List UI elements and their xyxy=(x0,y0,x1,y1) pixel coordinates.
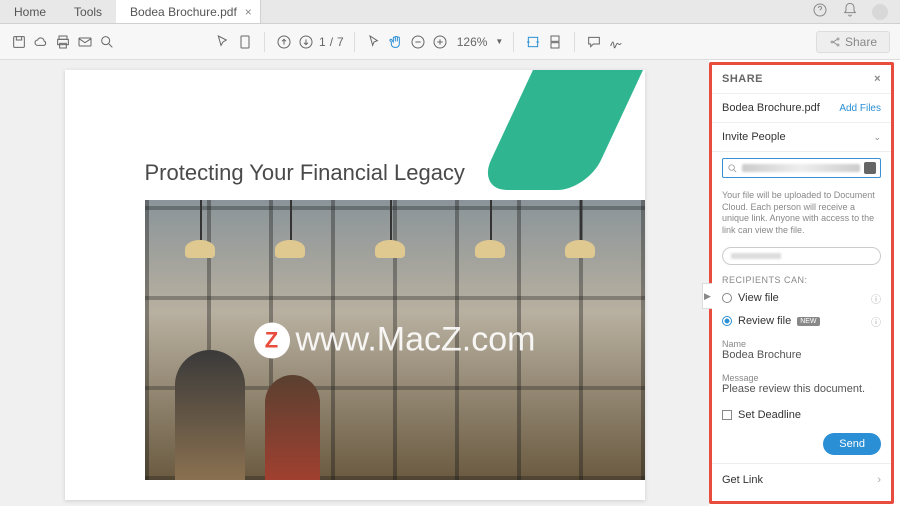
chevron-down-icon[interactable]: ▼ xyxy=(495,37,503,46)
get-link-row[interactable]: Get Link › xyxy=(712,464,891,496)
collapse-panel-icon[interactable]: ▶ xyxy=(702,283,712,309)
name-field[interactable]: Bodea Brochure xyxy=(712,349,891,367)
upload-note: Your file will be uploaded to Document C… xyxy=(712,184,891,243)
zoom-in-icon[interactable] xyxy=(431,33,449,51)
recipient-input[interactable] xyxy=(722,158,881,178)
option-view-file[interactable]: View file ⓘ xyxy=(712,287,891,310)
zoom-level[interactable]: 126% xyxy=(453,35,492,49)
save-icon[interactable] xyxy=(10,33,28,51)
recipient-value-blurred xyxy=(742,164,860,172)
page-total: 7 xyxy=(337,35,344,49)
bell-icon[interactable] xyxy=(842,2,858,21)
sign-icon[interactable] xyxy=(607,33,625,51)
radio-icon xyxy=(722,293,732,303)
invite-people-toggle[interactable]: Invite People ⌄ xyxy=(712,123,891,152)
avatar[interactable] xyxy=(872,4,888,20)
comment-icon[interactable] xyxy=(585,33,603,51)
share-filename: Bodea Brochure.pdf xyxy=(722,102,820,114)
search-icon[interactable] xyxy=(98,33,116,51)
info-icon[interactable]: ⓘ xyxy=(871,291,881,306)
radio-icon xyxy=(722,316,732,326)
document-viewport[interactable]: Protecting Your Financial Legacy Z www.M… xyxy=(0,60,709,506)
address-book-icon[interactable] xyxy=(864,162,876,174)
tab-document[interactable]: Bodea Brochure.pdf × xyxy=(116,0,261,23)
page-title: Protecting Your Financial Legacy xyxy=(145,160,465,186)
info-icon[interactable]: ⓘ xyxy=(871,314,881,329)
message-field[interactable]: Please review this document. xyxy=(712,383,891,401)
message-label: Message xyxy=(712,367,891,383)
print-icon[interactable] xyxy=(54,33,72,51)
send-button[interactable]: Send xyxy=(823,433,881,455)
share-panel: ▶ SHARE × Bodea Brochure.pdf Add Files I… xyxy=(709,62,894,504)
chevron-right-icon: › xyxy=(877,474,881,486)
set-deadline-checkbox[interactable]: Set Deadline xyxy=(712,401,891,429)
option-review-file[interactable]: Review file NEW ⓘ xyxy=(712,310,891,333)
pointer-icon[interactable] xyxy=(365,33,383,51)
document-tab-label: Bodea Brochure.pdf xyxy=(130,5,237,19)
page-current: 1 xyxy=(319,35,326,49)
scroll-mode-icon[interactable] xyxy=(546,33,564,51)
page-indicator[interactable]: 1 / 7 xyxy=(319,35,344,49)
arrow-up-icon[interactable] xyxy=(275,33,293,51)
tab-tools[interactable]: Tools xyxy=(60,0,116,23)
recipients-can-label: RECIPIENTS CAN: xyxy=(712,269,891,287)
share-button[interactable]: Share xyxy=(816,31,890,53)
mail-icon[interactable] xyxy=(76,33,94,51)
watermark: Z www.MacZ.com xyxy=(254,321,536,360)
checkbox-icon xyxy=(722,410,732,420)
select-tool-icon[interactable] xyxy=(214,33,232,51)
arrow-down-icon[interactable] xyxy=(297,33,315,51)
add-files-link[interactable]: Add Files xyxy=(839,103,881,114)
pdf-page: Protecting Your Financial Legacy Z www.M… xyxy=(65,70,645,500)
recipient-chip[interactable] xyxy=(722,247,881,265)
tab-home[interactable]: Home xyxy=(0,0,60,23)
name-label: Name xyxy=(712,333,891,349)
top-tab-bar: Home Tools Bodea Brochure.pdf × xyxy=(0,0,900,24)
chevron-down-icon: ⌄ xyxy=(873,132,881,143)
zoom-out-icon[interactable] xyxy=(409,33,427,51)
decorative-shape xyxy=(477,70,643,190)
close-icon[interactable]: × xyxy=(874,73,881,85)
share-panel-title: SHARE xyxy=(722,73,763,85)
page-icon[interactable] xyxy=(236,33,254,51)
fit-width-icon[interactable] xyxy=(524,33,542,51)
toolbar: 1 / 7 126% ▼ Share xyxy=(0,24,900,60)
hand-icon[interactable] xyxy=(387,33,405,51)
document-image: Z www.MacZ.com xyxy=(145,200,645,480)
help-icon[interactable] xyxy=(812,2,828,21)
new-badge: NEW xyxy=(797,317,819,326)
close-tab-icon[interactable]: × xyxy=(245,5,252,19)
cloud-icon[interactable] xyxy=(32,33,50,51)
